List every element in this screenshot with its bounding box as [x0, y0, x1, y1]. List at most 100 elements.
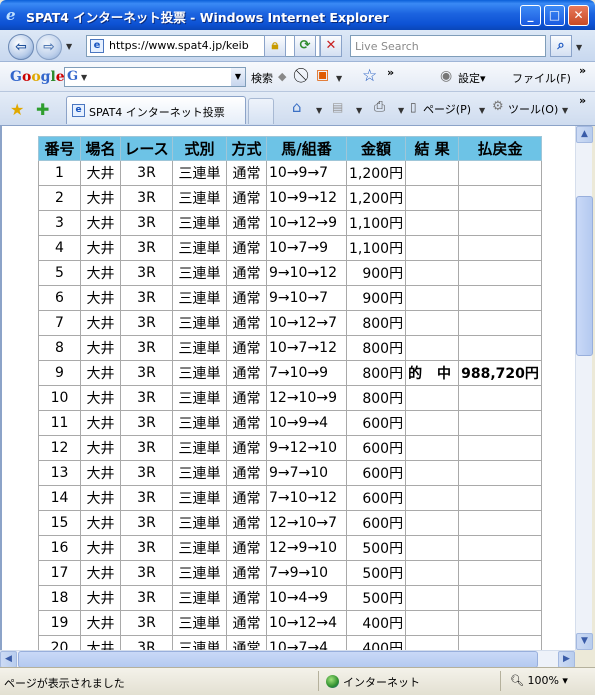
- cell-amount: 600円: [345, 485, 407, 511]
- search-icon[interactable]: ⌕: [550, 35, 572, 57]
- vertical-scrollbar[interactable]: ▲ ▼: [575, 126, 593, 650]
- cell-number: 6: [38, 285, 81, 311]
- cell-combination: 7→10→9: [266, 360, 347, 386]
- tab-spat4[interactable]: e SPAT4 インターネット投票: [66, 96, 246, 124]
- cell-result: [405, 435, 460, 461]
- window-title: SPAT4 インターネット投票 - Windows Internet Explo…: [26, 10, 389, 25]
- print-icon[interactable]: ⎙: [374, 99, 385, 115]
- cell-amount: 1,200円: [345, 185, 407, 211]
- column-header: 馬/組番: [266, 136, 347, 161]
- file-menu[interactable]: ファイル(F): [512, 70, 571, 86]
- settings-icon[interactable]: ◉: [440, 68, 452, 84]
- cell-number: 8: [38, 335, 81, 361]
- history-dropdown-icon[interactable]: ▼: [66, 42, 72, 51]
- new-tab-button[interactable]: [248, 98, 274, 124]
- cell-race: 3R: [120, 560, 173, 586]
- scroll-up-icon[interactable]: ▲: [576, 126, 593, 143]
- cell-amount: 900円: [345, 285, 407, 311]
- search-options-dropdown-icon[interactable]: ▼: [576, 43, 582, 52]
- bookmarks-icon[interactable]: ▣: [316, 67, 329, 83]
- stop-icon[interactable]: ✕: [320, 35, 342, 57]
- feeds-icon[interactable]: ▤: [332, 100, 343, 114]
- feeds-dropdown-icon[interactable]: ▼: [356, 106, 362, 115]
- cell-venue: 大井: [80, 410, 121, 436]
- cell-bet-type: 三連単: [172, 535, 227, 561]
- forward-button[interactable]: ⇨: [36, 34, 62, 60]
- cell-method: 通常: [226, 210, 267, 236]
- refresh-icon[interactable]: ⟳: [294, 35, 316, 57]
- cell-method: 通常: [226, 435, 267, 461]
- maximize-button[interactable]: □: [544, 5, 565, 26]
- cell-result: [405, 635, 460, 650]
- live-search-input[interactable]: Live Search: [350, 35, 546, 57]
- google-search-button[interactable]: 検索: [251, 70, 273, 86]
- cell-payout: [458, 535, 542, 561]
- page-menu[interactable]: ページ(P): [423, 101, 471, 117]
- cell-combination: 12→9→10: [266, 535, 347, 561]
- cell-number: 15: [38, 510, 81, 536]
- more-chevron-icon[interactable]: »: [579, 94, 586, 107]
- home-dropdown-icon[interactable]: ▼: [316, 106, 322, 115]
- cell-bet-type: 三連単: [172, 210, 227, 236]
- column-header: 払戻金: [458, 136, 542, 161]
- cell-method: 通常: [226, 185, 267, 211]
- cell-race: 3R: [120, 585, 173, 611]
- cell-venue: 大井: [80, 610, 121, 636]
- google-g-icon: G: [67, 69, 79, 84]
- lock-icon[interactable]: 🔒︎: [264, 35, 286, 57]
- cell-combination: 7→9→10: [266, 560, 347, 586]
- cell-race: 3R: [120, 635, 173, 650]
- cell-race: 3R: [120, 460, 173, 486]
- vertical-scroll-thumb[interactable]: [576, 196, 593, 356]
- table-row: 18 大井 3R 三連単 通常 10→4→9 500円: [38, 585, 542, 611]
- scroll-down-icon[interactable]: ▼: [576, 633, 593, 650]
- settings-menu[interactable]: 設定▾: [458, 70, 486, 86]
- cell-bet-type: 三連単: [172, 385, 227, 411]
- add-favorites-icon[interactable]: ✚: [36, 100, 49, 119]
- cell-result: [405, 460, 460, 486]
- cell-bet-type: 三連単: [172, 160, 227, 186]
- cell-venue: 大井: [80, 210, 121, 236]
- google-engine-dropdown-icon[interactable]: ▼: [81, 73, 87, 82]
- more-chevron-icon[interactable]: »: [579, 64, 586, 77]
- cell-amount: 900円: [345, 260, 407, 286]
- cell-result: [405, 260, 460, 286]
- cell-bet-type: 三連単: [172, 585, 227, 611]
- cell-number: 12: [38, 435, 81, 461]
- zoom-control[interactable]: 🔍︎ 100% ▾: [510, 674, 568, 687]
- cell-race: 3R: [120, 185, 173, 211]
- popup-blocker-icon[interactable]: 🚫︎: [292, 68, 310, 84]
- tools-menu[interactable]: ツール(O): [508, 101, 558, 117]
- google-history-dropdown-icon[interactable]: ▼: [231, 68, 245, 86]
- home-icon[interactable]: ⌂: [292, 98, 302, 116]
- scroll-right-icon[interactable]: ▶: [558, 651, 575, 668]
- scrollbar-corner: [575, 650, 595, 667]
- page-dropdown-icon[interactable]: ▼: [479, 106, 485, 115]
- search-placeholder: Live Search: [355, 40, 419, 53]
- cell-result: [405, 285, 460, 311]
- horizontal-scroll-thumb[interactable]: [18, 651, 538, 668]
- cell-bet-type: 三連単: [172, 410, 227, 436]
- favorites-star-icon[interactable]: ★: [10, 100, 24, 119]
- cell-race: 3R: [120, 285, 173, 311]
- cell-bet-type: 三連単: [172, 185, 227, 211]
- scroll-left-icon[interactable]: ◀: [0, 651, 17, 668]
- window-title-bar[interactable]: e SPAT4 インターネット投票 - Windows Internet Exp…: [0, 0, 595, 30]
- bookmarks-dropdown-icon[interactable]: ▼: [336, 74, 342, 83]
- tools-gear-icon: ⚙: [492, 99, 504, 114]
- more-chevron-icon[interactable]: »: [387, 66, 394, 79]
- cell-result: [405, 335, 460, 361]
- cell-race: 3R: [120, 335, 173, 361]
- bet-results-table: 番号 場名 レース 式別 方式 馬/組番 金額結 果払戻金 1 大井 3R 三連単 通常 10→9→7…: [38, 136, 542, 650]
- cell-number: 4: [38, 235, 81, 261]
- star-icon[interactable]: ☆: [362, 66, 377, 86]
- minimize-button[interactable]: _: [520, 5, 541, 26]
- tools-dropdown-icon[interactable]: ▼: [562, 106, 568, 115]
- cell-number: 18: [38, 585, 81, 611]
- google-search-input[interactable]: G ▼ ▼: [64, 67, 246, 87]
- close-button[interactable]: ✕: [568, 5, 589, 26]
- horizontal-scrollbar[interactable]: ◀ ▶: [0, 650, 575, 668]
- print-dropdown-icon[interactable]: ▼: [398, 106, 404, 115]
- back-button[interactable]: ⇦: [8, 34, 34, 60]
- cell-method: 通常: [226, 460, 267, 486]
